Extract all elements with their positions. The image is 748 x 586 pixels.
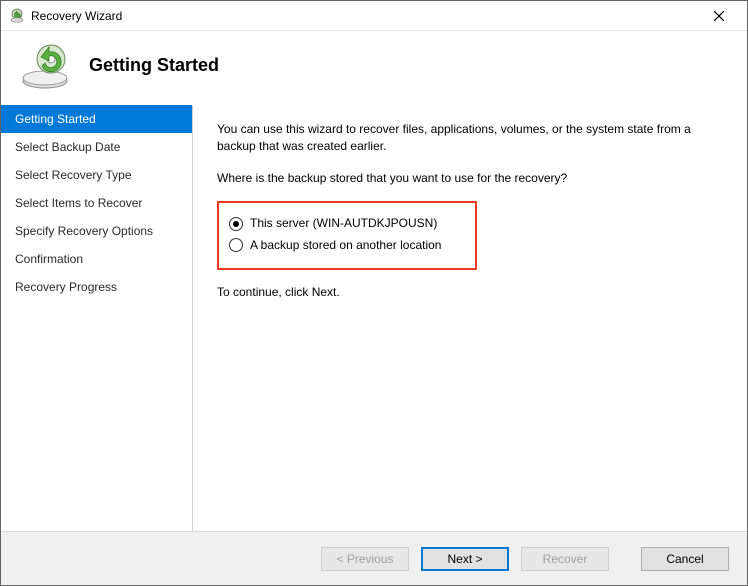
radio-this-server[interactable]: This server (WIN-AUTDKJPOUSN): [229, 215, 463, 232]
recover-button: Recover: [521, 547, 609, 571]
intro-text: You can use this wizard to recover files…: [217, 121, 723, 156]
recovery-wizard-window: Recovery Wizard Getting Started Getting …: [0, 0, 748, 586]
recovery-icon: [19, 39, 71, 91]
titlebar: Recovery Wizard: [1, 1, 747, 31]
wizard-header: Getting Started: [1, 31, 747, 105]
app-icon: [9, 8, 25, 24]
cancel-button[interactable]: Cancel: [641, 547, 729, 571]
close-button[interactable]: [699, 2, 739, 30]
steps-sidebar: Getting Started Select Backup Date Selec…: [1, 105, 192, 531]
window-title: Recovery Wizard: [31, 9, 699, 23]
content-pane: You can use this wizard to recover files…: [193, 105, 747, 531]
step-recovery-progress: Recovery Progress: [1, 273, 192, 301]
radio-another-location[interactable]: A backup stored on another location: [229, 237, 463, 254]
step-getting-started[interactable]: Getting Started: [1, 105, 192, 133]
next-button[interactable]: Next >: [421, 547, 509, 571]
step-specify-options: Specify Recovery Options: [1, 217, 192, 245]
previous-button: < Previous: [321, 547, 409, 571]
page-title: Getting Started: [89, 55, 219, 76]
step-select-backup-date: Select Backup Date: [1, 133, 192, 161]
radio-label-another-location: A backup stored on another location: [250, 237, 441, 254]
radio-label-this-server: This server (WIN-AUTDKJPOUSN): [250, 215, 437, 232]
step-confirmation: Confirmation: [1, 245, 192, 273]
step-select-items: Select Items to Recover: [1, 189, 192, 217]
wizard-body: Getting Started Select Backup Date Selec…: [1, 105, 747, 531]
wizard-footer: < Previous Next > Recover Cancel: [1, 531, 747, 585]
close-icon: [714, 11, 724, 21]
radio-icon: [229, 217, 243, 231]
question-text: Where is the backup stored that you want…: [217, 170, 723, 187]
radio-icon: [229, 238, 243, 252]
continue-hint: To continue, click Next.: [217, 284, 723, 301]
backup-location-group: This server (WIN-AUTDKJPOUSN) A backup s…: [217, 201, 477, 270]
step-select-recovery-type: Select Recovery Type: [1, 161, 192, 189]
